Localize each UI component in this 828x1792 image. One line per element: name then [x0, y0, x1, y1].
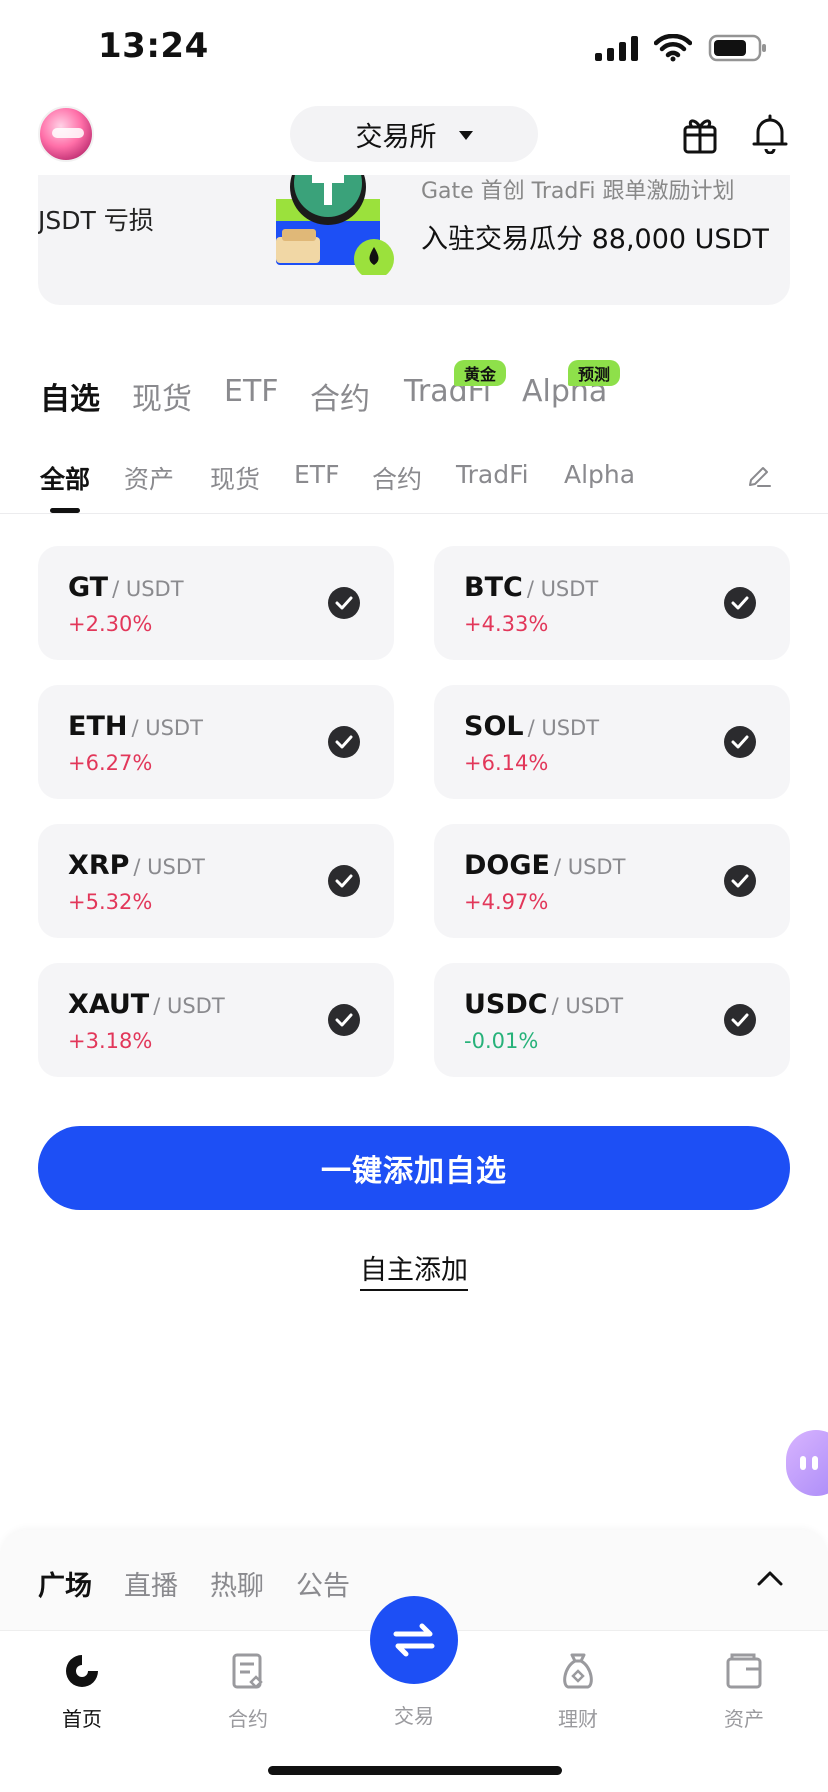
- pair-quote: / USDT: [526, 577, 599, 601]
- pair-base: BTC: [464, 572, 523, 603]
- social-tab-announcements[interactable]: 公告: [296, 1564, 350, 1603]
- nav-trade-label: 交易: [394, 1704, 434, 1728]
- futures-icon: [232, 1653, 263, 1689]
- pair-card[interactable]: SOL / USDT +6.14%: [434, 685, 790, 799]
- check-icon[interactable]: [328, 587, 360, 619]
- add-all-favorites-button[interactable]: 一键添加自选: [38, 1126, 790, 1210]
- pair-change: +5.32%: [68, 890, 153, 914]
- exchange-label: 交易所: [355, 121, 437, 153]
- subtab-assets[interactable]: 资产: [124, 460, 174, 496]
- bell-icon[interactable]: [752, 114, 788, 154]
- pair-change: +4.97%: [464, 890, 549, 914]
- exchange-switch-dropdown[interactable]: 交易所: [290, 106, 538, 162]
- tether-promo-illustration: [276, 175, 394, 275]
- pair-card[interactable]: ETH / USDT +6.27%: [38, 685, 394, 799]
- pair-card[interactable]: GT / USDT +2.30%: [38, 546, 394, 660]
- chevron-up-icon[interactable]: [756, 1568, 784, 1588]
- pair-change: +4.33%: [464, 612, 549, 636]
- cellular-signal-icon: [595, 35, 638, 61]
- manual-add-link[interactable]: 自主添加: [360, 1248, 468, 1291]
- check-icon[interactable]: [328, 726, 360, 758]
- pair-change: +6.14%: [464, 751, 549, 775]
- caret-down-icon: [458, 130, 473, 140]
- pair-quote: / USDT: [133, 855, 205, 879]
- swap-arrows-icon: [393, 1623, 435, 1657]
- wifi-icon: [654, 34, 692, 62]
- pair-change: +6.27%: [68, 751, 153, 775]
- pair-card[interactable]: XAUT / USDT +3.18%: [38, 963, 394, 1077]
- promo-banner[interactable]: JSDT 亏损 Gate 首创 TradFi 跟单激励计划 入驻交易瓜分 88,…: [38, 175, 790, 305]
- banner-title: 入驻交易瓜分 88,000 USDT: [421, 224, 769, 255]
- subtab-futures[interactable]: 合约: [372, 460, 422, 496]
- nav-home-label: 首页: [62, 1707, 102, 1731]
- pair-change: +3.18%: [68, 1029, 153, 1053]
- pair-card[interactable]: DOGE / USDT +4.97%: [434, 824, 790, 938]
- battery-icon: [708, 34, 766, 62]
- divider: [0, 513, 828, 514]
- nav-earn-label: 理财: [558, 1707, 598, 1731]
- pair-quote: / USDT: [112, 577, 184, 601]
- pair-base: ETH: [68, 711, 128, 742]
- alpha-prediction-badge: 预测: [568, 360, 621, 386]
- status-icons: [595, 34, 768, 62]
- pair-card[interactable]: BTC / USDT +4.33%: [434, 546, 790, 660]
- pair-change: -0.01%: [464, 1029, 539, 1053]
- tab-spot[interactable]: 现货: [132, 374, 192, 418]
- gift-icon[interactable]: [682, 114, 718, 154]
- check-icon[interactable]: [328, 865, 360, 897]
- nav-assets[interactable]: 资产: [694, 1651, 794, 1732]
- status-time: 13:24: [98, 26, 209, 66]
- check-icon[interactable]: [328, 1004, 360, 1036]
- trade-button[interactable]: [370, 1596, 458, 1684]
- nav-futures-label: 合约: [228, 1707, 268, 1731]
- check-icon[interactable]: [724, 1004, 756, 1036]
- social-tab-live[interactable]: 直播: [124, 1564, 178, 1603]
- edit-icon[interactable]: [746, 462, 772, 488]
- pair-base: DOGE: [464, 850, 550, 881]
- home-indicator: [268, 1766, 562, 1775]
- favorites-filter-tabs: 全部 资产 现货 ETF 合约 TradFi Alpha: [40, 460, 792, 513]
- subtab-spot[interactable]: 现货: [210, 460, 260, 496]
- pair-card[interactable]: USDC / USDT -0.01%: [434, 963, 790, 1077]
- subtab-alpha[interactable]: Alpha: [564, 460, 635, 489]
- tab-etf[interactable]: ETF: [224, 374, 279, 409]
- tab-favorites[interactable]: 自选: [40, 374, 100, 418]
- pair-base: USDC: [464, 989, 548, 1020]
- pair-quote: / USDT: [131, 716, 203, 740]
- nav-home[interactable]: 首页: [32, 1651, 132, 1732]
- banner-subtitle: Gate 首创 TradFi 跟单激励计划: [421, 179, 735, 204]
- wallet-icon: [726, 1653, 762, 1689]
- check-icon[interactable]: [724, 587, 756, 619]
- pair-quote: / USDT: [527, 716, 600, 740]
- pair-quote: / USDT: [153, 994, 225, 1018]
- pair-change: +2.30%: [68, 612, 153, 636]
- pair-quote: / USDT: [553, 855, 626, 879]
- nav-earn[interactable]: 理财: [528, 1651, 628, 1732]
- check-icon[interactable]: [724, 726, 756, 758]
- social-tab-chat[interactable]: 热聊: [210, 1564, 264, 1603]
- avatar[interactable]: [38, 106, 94, 162]
- pair-base: XRP: [68, 850, 130, 881]
- pair-quote: / USDT: [551, 994, 624, 1018]
- subtab-all[interactable]: 全部: [40, 460, 90, 496]
- pair-base: SOL: [464, 711, 524, 742]
- nav-futures[interactable]: 合约: [198, 1651, 298, 1732]
- social-tab-square[interactable]: 广场: [38, 1564, 92, 1603]
- subtab-etf[interactable]: ETF: [294, 460, 339, 489]
- assistant-bubble-icon[interactable]: [786, 1430, 828, 1496]
- subtab-tradfi[interactable]: TradFi: [456, 460, 529, 489]
- nav-assets-label: 资产: [724, 1707, 764, 1731]
- pair-base: GT: [68, 572, 109, 603]
- pair-card[interactable]: XRP / USDT +5.32%: [38, 824, 394, 938]
- banner-left-text: JSDT 亏损: [38, 206, 154, 235]
- pair-base: XAUT: [68, 989, 150, 1020]
- home-icon: [66, 1655, 98, 1687]
- tradfi-gold-badge: 黄金: [454, 360, 507, 386]
- check-icon[interactable]: [724, 865, 756, 897]
- money-bag-icon: [563, 1653, 593, 1689]
- tab-futures[interactable]: 合约: [310, 374, 370, 418]
